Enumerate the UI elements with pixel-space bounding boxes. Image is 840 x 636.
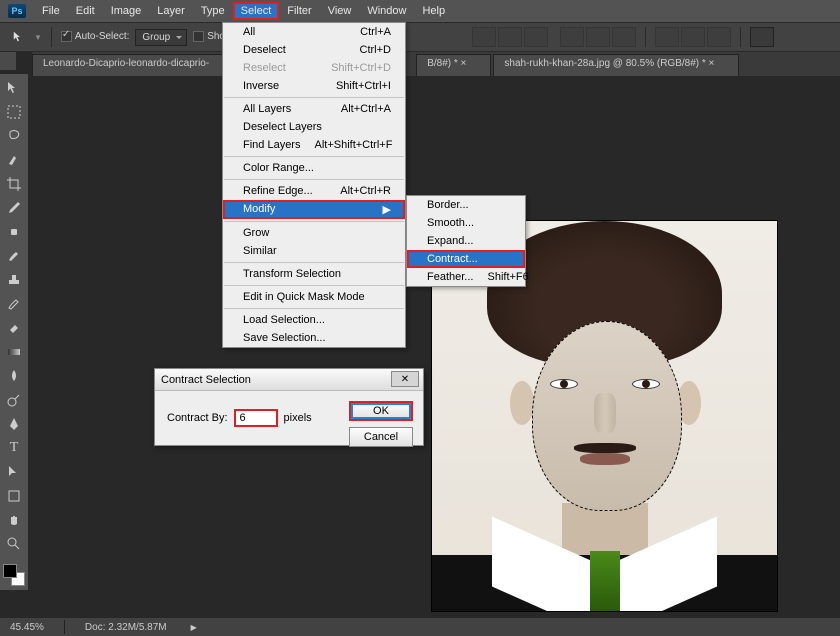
menu-item[interactable]: ReselectShift+Ctrl+D [223, 59, 405, 77]
menu-view[interactable]: View [320, 2, 360, 20]
menu-item[interactable]: Similar [223, 242, 405, 260]
menu-item[interactable]: Feather...Shift+F6 [407, 268, 525, 286]
distribute-group [655, 27, 731, 47]
shape-tool-icon[interactable] [3, 486, 25, 506]
marquee-tool-icon[interactable] [3, 102, 25, 122]
align-vcenter-icon[interactable] [498, 27, 522, 47]
align-group [472, 27, 548, 47]
menu-item[interactable]: AllCtrl+A [223, 23, 405, 41]
zoom-level[interactable]: 45.45% [10, 622, 44, 633]
tools-panel: T [0, 74, 28, 590]
menu-item[interactable]: Expand... [407, 232, 525, 250]
app-icon: Ps [8, 4, 26, 18]
menu-item[interactable]: Color Range... [223, 159, 405, 177]
document-tabs: Leonardo-Dicaprio-leonardo-dicaprio- B/8… [32, 52, 840, 76]
contract-by-label: Contract By: [167, 412, 228, 424]
hand-tool-icon[interactable] [3, 510, 25, 530]
menu-window[interactable]: Window [359, 2, 414, 20]
document-tab[interactable]: Leonardo-Dicaprio-leonardo-dicaprio- [32, 54, 234, 76]
color-swatches[interactable] [3, 564, 25, 586]
menu-file[interactable]: File [34, 2, 68, 20]
pen-tool-icon[interactable] [3, 414, 25, 434]
menu-filter[interactable]: Filter [279, 2, 319, 20]
menu-type[interactable]: Type [193, 2, 233, 20]
unit-label: pixels [284, 412, 312, 424]
brush-tool-icon[interactable] [3, 246, 25, 266]
move-tool-icon[interactable] [3, 78, 25, 98]
menu-item[interactable]: Save Selection... [223, 329, 405, 347]
align-left-icon[interactable] [560, 27, 584, 47]
stamp-tool-icon[interactable] [3, 270, 25, 290]
dialog-title: Contract Selection [161, 374, 251, 386]
menu-item[interactable]: Modify▶ [223, 200, 405, 219]
cancel-button[interactable]: Cancel [349, 427, 413, 447]
quick-select-tool-icon[interactable] [3, 150, 25, 170]
zoom-tool-icon[interactable] [3, 534, 25, 554]
path-select-tool-icon[interactable] [3, 462, 25, 482]
chevron-down-icon[interactable]: ▼ [34, 33, 42, 42]
menu-item[interactable]: Smooth... [407, 214, 525, 232]
menu-bar: Ps File Edit Image Layer Type Select Fil… [0, 0, 840, 22]
eraser-tool-icon[interactable] [3, 318, 25, 338]
dialog-titlebar[interactable]: Contract Selection ✕ [155, 369, 423, 391]
menu-item[interactable]: Load Selection... [223, 311, 405, 329]
distribute-icon[interactable] [681, 27, 705, 47]
close-icon[interactable]: ✕ [391, 371, 419, 387]
menu-item[interactable]: Edit in Quick Mask Mode [223, 288, 405, 306]
menu-help[interactable]: Help [414, 2, 453, 20]
move-tool-icon [10, 30, 28, 44]
menu-image[interactable]: Image [103, 2, 150, 20]
type-tool-icon[interactable]: T [3, 438, 25, 458]
eyedropper-tool-icon[interactable] [3, 198, 25, 218]
history-brush-tool-icon[interactable] [3, 294, 25, 314]
menu-edit[interactable]: Edit [68, 2, 103, 20]
more-icon[interactable] [750, 27, 774, 47]
menu-item[interactable]: InverseShift+Ctrl+I [223, 77, 405, 95]
menu-select[interactable]: Select [233, 2, 280, 20]
menu-item[interactable]: Border... [407, 196, 525, 214]
modify-submenu: Border...Smooth...Expand...Contract...Fe… [406, 195, 526, 287]
healing-tool-icon[interactable] [3, 222, 25, 242]
crop-tool-icon[interactable] [3, 174, 25, 194]
document-tab[interactable]: shah-rukh-khan-28a.jpg @ 80.5% (RGB/8#) … [493, 54, 739, 76]
foreground-color-swatch[interactable] [3, 564, 17, 578]
auto-select-label: Auto-Select: [75, 32, 129, 43]
status-bar: 45.45% Doc: 2.32M/5.87M ▶ [0, 618, 840, 636]
options-bar: ▼ Auto-Select: Group Show Transform Cont… [0, 22, 840, 52]
menu-item[interactable]: DeselectCtrl+D [223, 41, 405, 59]
doc-size: Doc: 2.32M/5.87M [85, 622, 167, 633]
dodge-tool-icon[interactable] [3, 390, 25, 410]
menu-item[interactable]: All LayersAlt+Ctrl+A [223, 100, 405, 118]
document-tab[interactable]: B/8#) * × [416, 54, 491, 76]
auto-select-dropdown[interactable]: Group [135, 29, 187, 46]
ruler-corner [0, 52, 16, 70]
align-hcenter-icon[interactable] [586, 27, 610, 47]
menu-layer[interactable]: Layer [149, 2, 193, 20]
distribute-icon[interactable] [707, 27, 731, 47]
align-right-icon[interactable] [612, 27, 636, 47]
select-dropdown-menu: AllCtrl+ADeselectCtrl+DReselectShift+Ctr… [222, 22, 406, 348]
contract-selection-dialog: Contract Selection ✕ Contract By: pixels… [154, 368, 424, 446]
workspace: Leonardo-Dicaprio-leonardo-dicaprio- B/8… [0, 52, 840, 618]
distribute-icon[interactable] [655, 27, 679, 47]
ok-button[interactable]: OK [349, 401, 413, 421]
menu-item[interactable]: Grow [223, 224, 405, 242]
chevron-right-icon[interactable]: ▶ [191, 623, 197, 632]
menu-item[interactable]: Deselect Layers [223, 118, 405, 136]
gradient-tool-icon[interactable] [3, 342, 25, 362]
menu-item[interactable]: Contract... [407, 250, 525, 268]
auto-select-checkbox[interactable] [61, 31, 72, 42]
align-top-icon[interactable] [472, 27, 496, 47]
align-h-group [560, 27, 636, 47]
menu-item[interactable]: Find LayersAlt+Shift+Ctrl+F [223, 136, 405, 154]
menu-item[interactable]: Refine Edge...Alt+Ctrl+R [223, 182, 405, 200]
menu-item[interactable]: Transform Selection [223, 265, 405, 283]
lasso-tool-icon[interactable] [3, 126, 25, 146]
show-transform-checkbox[interactable] [193, 31, 204, 42]
align-bottom-icon[interactable] [524, 27, 548, 47]
canvas-area[interactable] [32, 76, 840, 618]
contract-by-input[interactable] [234, 409, 278, 427]
blur-tool-icon[interactable] [3, 366, 25, 386]
